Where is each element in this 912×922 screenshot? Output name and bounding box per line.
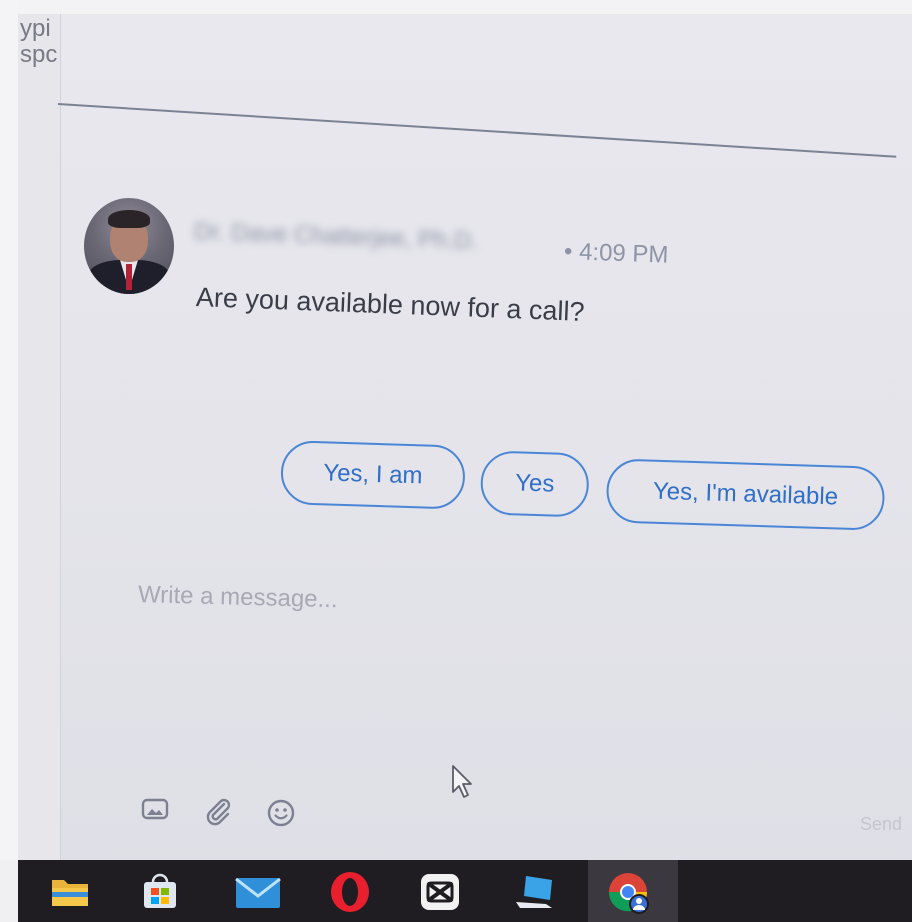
header-divider [57, 103, 897, 158]
emoji-icon[interactable] [266, 798, 296, 833]
mail-icon[interactable] [234, 870, 281, 914]
send-button[interactable]: Send [860, 814, 902, 835]
taskbar-edge [0, 860, 18, 922]
microsoft-store-icon[interactable] [138, 870, 182, 914]
message-text: Are you available now for a call? [195, 282, 586, 327]
window-edge [0, 0, 18, 860]
mouse-cursor-icon [450, 764, 476, 805]
laptop-app-icon[interactable] [512, 870, 556, 914]
message-timestamp: • 4:09 PM [563, 238, 669, 269]
sender-name[interactable]: Dr. Dave Chatterjee, Ph.D. [194, 218, 479, 256]
conversation-list-pane[interactable] [18, 14, 61, 860]
image-icon[interactable] [140, 796, 170, 827]
capcut-icon[interactable] [418, 870, 462, 914]
taskbar [18, 860, 912, 922]
avatar-tie [126, 264, 132, 290]
message-input[interactable] [135, 574, 841, 635]
top-strip [0, 0, 912, 14]
avatar-hair [108, 210, 150, 228]
messaging-window: ypi spc Dr. Dave Chatterjee, Ph.D. • 4:0… [0, 0, 912, 922]
attachment-icon[interactable] [202, 796, 234, 831]
chrome-profile-icon[interactable] [606, 870, 650, 914]
quick-reply-yes[interactable]: Yes [479, 450, 590, 518]
quick-reply-yes-im-available[interactable]: Yes, I'm available [605, 458, 886, 531]
opera-icon[interactable] [328, 870, 372, 914]
avatar[interactable] [84, 198, 174, 294]
quick-reply-yes-i-am[interactable]: Yes, I am [279, 440, 466, 510]
conversation-list-partial-text: ypi spc [20, 16, 58, 68]
file-explorer-icon[interactable] [48, 870, 92, 914]
